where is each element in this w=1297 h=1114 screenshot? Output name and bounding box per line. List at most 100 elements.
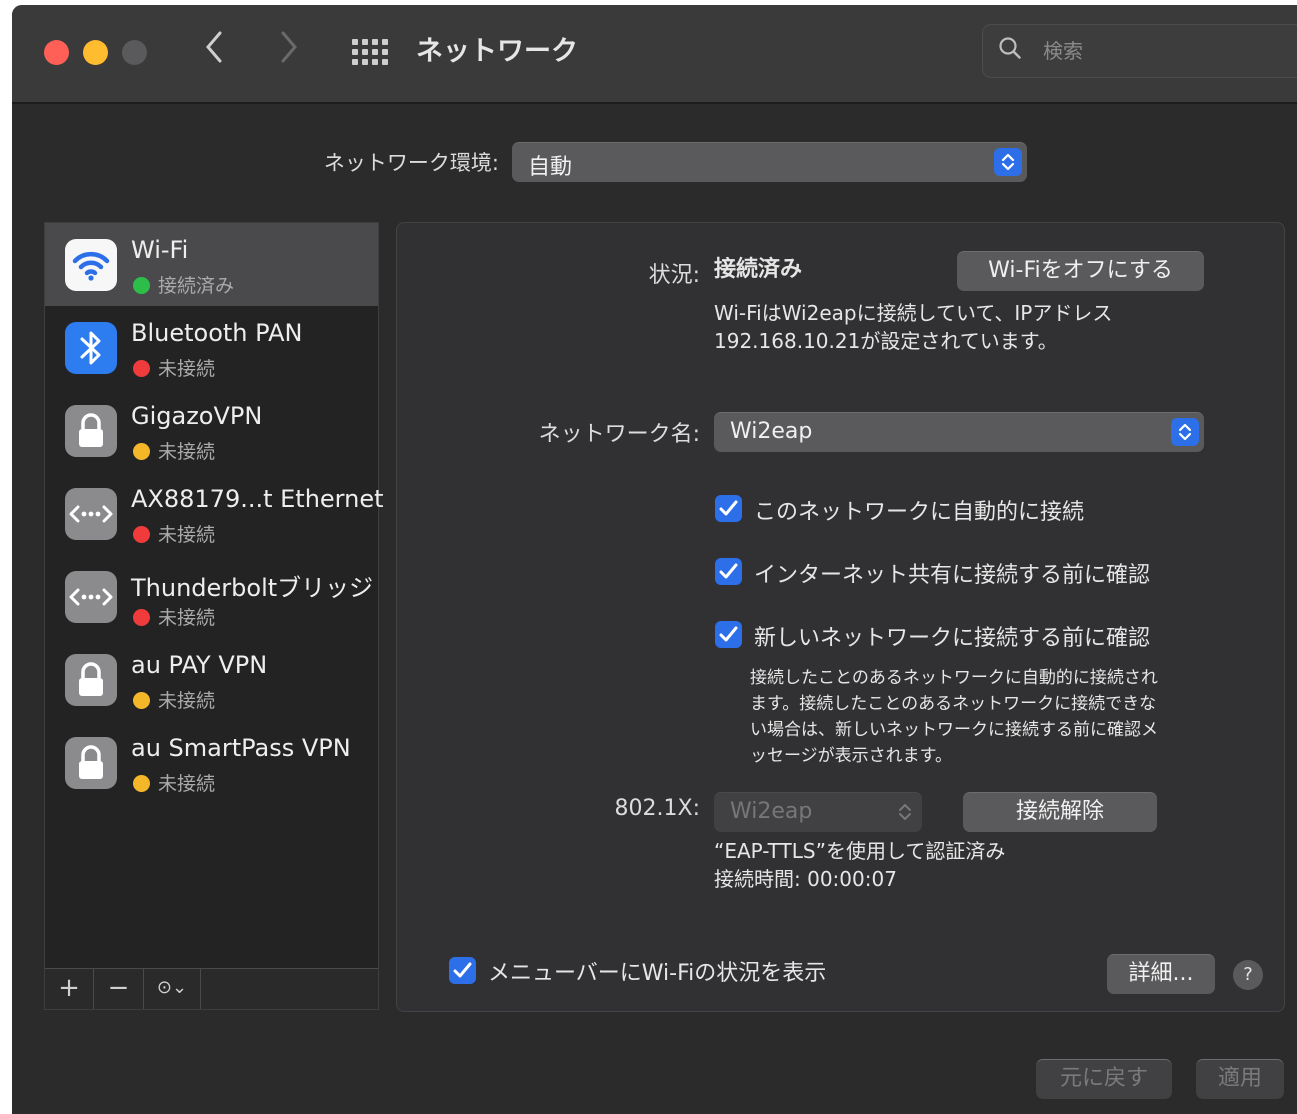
location-label: ネットワーク環境:: [323, 151, 499, 175]
ethernet-icon: [65, 488, 117, 540]
grid-dot: [352, 49, 358, 55]
service-list-toolbar: + − ⊙⌄: [45, 968, 378, 1009]
remove-service-button[interactable]: −: [94, 969, 144, 1009]
status-dot-icon: [133, 775, 150, 792]
service-actions-menu-button[interactable]: ⊙⌄: [144, 969, 201, 1009]
service-item[interactable]: Bluetooth PAN 未接続: [45, 306, 378, 389]
back-button[interactable]: [204, 29, 224, 76]
service-name: au PAY VPN: [131, 651, 268, 679]
grid-dot: [352, 39, 358, 45]
menubar-wifi-status-label[interactable]: メニューバーにWi-Fiの状況を表示: [488, 955, 826, 987]
location-value: 自動: [528, 155, 573, 180]
grid-dot: [372, 39, 378, 45]
service-status-text: 接続済み: [158, 275, 235, 297]
service-name: au SmartPass VPN: [131, 734, 351, 762]
search-input[interactable]: [1041, 36, 1295, 66]
service-name: GigazoVPN: [131, 402, 263, 430]
popup-chevrons-icon: [899, 804, 911, 820]
service-status-text: 未接続: [158, 607, 216, 629]
close-window-button[interactable]: [44, 40, 69, 65]
checkmark-icon: [719, 563, 738, 579]
forward-button[interactable]: [279, 29, 299, 76]
checkmark-icon: [719, 500, 738, 516]
service-status-text: 未接続: [158, 358, 216, 380]
ask-new-network-note-1: 接続したことのあるネットワークに自動的に接続され: [750, 668, 1158, 688]
network-name-value: Wi2eap: [730, 419, 813, 444]
auto-join-checkbox[interactable]: [715, 495, 742, 522]
status-dot-icon: [133, 692, 150, 709]
service-name: AX88179...t Ethernet: [131, 485, 384, 513]
lock-icon: [65, 654, 117, 706]
dot1x-label: 802.1X:: [614, 796, 700, 821]
minimize-window-button[interactable]: [83, 40, 108, 65]
network-name-popup[interactable]: Wi2eap: [714, 412, 1204, 452]
lock-icon: [65, 737, 117, 789]
status-description-line1: Wi-FiはWi2eapに接続していて、IPアドレス: [714, 301, 1113, 325]
grid-dot: [362, 59, 368, 65]
add-service-button[interactable]: +: [45, 969, 94, 1009]
service-item[interactable]: Wi-Fi 接続済み: [45, 223, 378, 306]
status-label: 状況:: [648, 263, 700, 288]
service-item[interactable]: au PAY VPN 未接続: [45, 638, 378, 721]
ask-new-network-note-4: ッセージが表示されます。: [750, 746, 952, 766]
network-preferences-window: ネットワーク ネットワーク環境: 自動 Wi-Fi 接続済み Bluetooth P…: [12, 5, 1297, 1114]
search-field[interactable]: [982, 24, 1297, 78]
advanced-button[interactable]: 詳細...: [1107, 954, 1215, 994]
lock-icon: [65, 405, 117, 457]
grid-dot: [362, 39, 368, 45]
grid-dot: [382, 49, 388, 55]
service-name: Bluetooth PAN: [131, 319, 303, 347]
wifi-off-button[interactable]: Wi-Fiをオフにする: [957, 251, 1204, 291]
popup-stepper-icon: [1171, 418, 1199, 446]
status-dot-icon: [133, 609, 150, 626]
ask-new-network-checkbox[interactable]: [715, 621, 742, 648]
ask-new-network-note-2: ます。接続したことのあるネットワークに接続できな: [750, 694, 1157, 714]
auto-join-label[interactable]: このネットワークに自動的に接続: [754, 494, 1084, 526]
title-bar: ネットワーク: [12, 5, 1297, 104]
wifi-detail-panel: 状況: 接続済み Wi-Fiをオフにする Wi-FiはWi2eapに接続していて…: [396, 222, 1285, 1012]
service-name: Wi-Fi: [131, 236, 189, 264]
status-dot-icon: [133, 443, 150, 460]
menubar-wifi-status-checkbox[interactable]: [449, 957, 476, 984]
service-item[interactable]: GigazoVPN 未接続: [45, 389, 378, 472]
service-status: 未接続: [133, 520, 215, 547]
service-status-text: 未接続: [158, 441, 216, 463]
service-status: 未接続: [133, 354, 215, 381]
chevron-right-icon: [281, 31, 297, 63]
ask-new-network-label[interactable]: 新しいネットワークに接続する前に確認: [754, 620, 1150, 652]
service-name: Thunderboltブリッジ: [131, 574, 374, 602]
service-item[interactable]: AX88179...t Ethernet 未接続: [45, 472, 384, 555]
search-icon: [999, 37, 1021, 59]
location-popup[interactable]: 自動: [512, 142, 1027, 182]
service-status-text: 未接続: [158, 690, 216, 712]
grid-dot: [362, 49, 368, 55]
checkmark-icon: [453, 962, 472, 978]
status-dot-icon: [133, 526, 150, 543]
service-status: 接続済み: [133, 271, 234, 298]
help-button[interactable]: ?: [1233, 960, 1263, 990]
ask-hotspot-checkbox[interactable]: [715, 558, 742, 585]
bluetooth-icon: [65, 322, 117, 374]
service-item[interactable]: au SmartPass VPN 未接続: [45, 721, 378, 804]
grid-dot: [352, 59, 358, 65]
service-status: 未接続: [133, 437, 215, 464]
grid-dot: [382, 39, 388, 45]
dot1x-value: Wi2eap: [730, 799, 813, 824]
status-dot-icon: [133, 360, 150, 377]
dot1x-popup[interactable]: Wi2eap: [714, 792, 922, 832]
ask-hotspot-label[interactable]: インターネット共有に接続する前に確認: [754, 557, 1150, 589]
show-all-grid-icon[interactable]: [352, 39, 388, 65]
service-status-text: 未接続: [158, 524, 216, 546]
service-status: 未接続: [133, 686, 215, 713]
zoom-window-button[interactable]: [122, 40, 147, 65]
checkmark-icon: [719, 626, 738, 642]
service-status-text: 未接続: [158, 773, 216, 795]
revert-button[interactable]: 元に戻す: [1036, 1059, 1172, 1099]
service-status: 未接続: [133, 603, 215, 630]
disconnect-button[interactable]: 接続解除: [963, 792, 1157, 832]
ethernet-icon: [65, 571, 117, 623]
service-item[interactable]: Thunderboltブリッジ未接続: [45, 555, 378, 638]
auth-status-text: “EAP-TTLS”を使用して認証済み: [714, 839, 1006, 863]
apply-button[interactable]: 適用: [1196, 1059, 1284, 1099]
service-list: Wi-Fi 接続済み Bluetooth PAN 未接続 GigazoVPN 未接続 AX8…: [44, 222, 384, 1010]
